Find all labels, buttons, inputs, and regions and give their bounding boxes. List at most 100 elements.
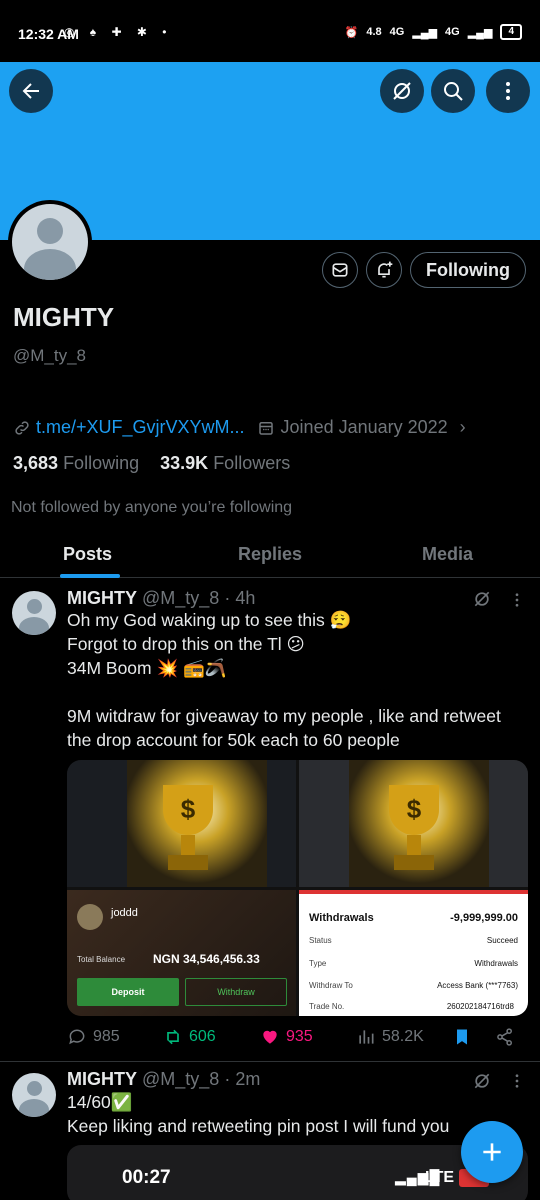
post-header: MIGHTY @M_ty_8 · 2m [67,1069,260,1090]
heart-icon [263,1030,277,1044]
post-time: · 4h [224,588,256,608]
search-button[interactable] [431,69,475,113]
signal-icon-2: ▂▄▆ [467,26,493,39]
media-user: joddd [111,907,138,919]
envelope-icon [332,263,348,277]
post-line: Forgot to drop this on the Tl 😕 [67,634,305,654]
profile-tabs: Posts Replies Media [0,534,540,578]
post-avatar[interactable] [12,1073,56,1117]
row-value: Withdrawals [474,959,518,968]
notification-icons: ◎ ♠ ✚ ✱ • [64,25,173,39]
profile-name: MIGHTY [13,302,115,332]
withdrawals-amount: -9,999,999.00 [450,912,518,924]
retweet-button[interactable]: 606 [163,1027,216,1047]
tab-media[interactable]: Media [422,544,473,565]
post-embed-screenshot[interactable]: 00:27 ▂▄▆█ LTE [67,1145,528,1200]
trophy-icon: $ [163,785,213,870]
reply-count: 985 [93,1028,120,1045]
row-value: Succeed [486,936,518,945]
alarm-icon: ⏰ [344,26,359,39]
chevron-right-icon[interactable]: › [460,417,466,438]
media-withdrawals[interactable]: Withdrawals -9,999,999.00 Status Succeed… [299,890,528,1016]
bookmark-button[interactable] [452,1027,472,1047]
reply-button[interactable]: 985 [67,1027,120,1047]
compose-button[interactable] [461,1121,523,1183]
post-author-name[interactable]: MIGHTY [67,588,137,608]
svg-text:$: $ [407,794,422,824]
post-text: 14/60✅ Keep liking and retweeting pin po… [67,1090,527,1138]
media-balance-label: Total Balance [77,955,126,964]
active-tab-indicator [60,574,120,578]
row-value: 260202184716trd8 [446,1002,514,1011]
post-time: · 2m [224,1069,261,1089]
bell-plus-icon [378,261,393,278]
post-author-handle[interactable]: @M_ty_8 [142,588,219,608]
row-key: Trade No. [309,1002,345,1011]
bookmark-icon [457,1029,467,1045]
more-vertical-icon [506,82,510,100]
post-divider [0,1061,540,1062]
grok-button[interactable] [380,69,424,113]
joined-date: Joined January 2022 [280,417,448,437]
profile-avatar[interactable] [8,200,92,284]
post-author-handle[interactable]: @M_ty_8 [142,1069,219,1089]
post-line [67,680,527,704]
more-vertical-icon[interactable] [508,591,526,609]
calendar-icon [258,421,273,435]
grok-icon[interactable] [472,589,492,609]
status-bar: 12:32 AM ◎ ♠ ✚ ✱ • ⏰ 4.8 4G ▂▄▆ 4G ▂▄▆ 4 [0,0,540,62]
profile-link[interactable]: t.me/+XUF_GvjrVXYwM... [36,417,245,438]
post-text: Oh my God waking up to see this 😮‍💨 Forg… [67,608,527,752]
net-type-2: 4G [445,26,460,38]
embed-net: LTE [425,1169,455,1186]
post-line: 14/60✅ [67,1092,133,1112]
row-value: Access Bank (***7763) [437,981,518,990]
following-button[interactable]: Following [410,252,526,288]
back-button[interactable] [9,69,53,113]
message-button[interactable] [322,252,358,288]
grok-icon[interactable] [472,1071,492,1091]
grok-icon [393,82,411,100]
share-button[interactable] [495,1027,515,1047]
media-withdraw: Withdraw [185,978,287,1006]
followers-stat[interactable]: 33.9K Followers [160,453,290,473]
follow-stats: 3,683 Following 33.9K Followers [13,453,290,474]
post-line: Keep liking and retweeting pin post I wi… [67,1116,450,1136]
following-stat[interactable]: 3,683 Following [13,453,139,473]
row-key: Status [309,936,332,945]
post-line: 34M Boom 💥 📻🪃 [67,658,227,678]
views-button[interactable]: 58.2K [356,1027,424,1047]
media-trophy-1[interactable]: $ [67,760,296,887]
net-speed: 4.8 [366,26,382,38]
post-header: MIGHTY @M_ty_8 · 4h [67,588,255,609]
profile-meta: t.me/+XUF_GvjrVXYwM... Joined January 20… [13,417,466,438]
media-deposit: Deposit [77,978,179,1006]
back-arrow-icon [22,83,39,99]
retweet-count: 606 [189,1028,216,1045]
post-media-grid[interactable]: $ $ joddd Total Balance NGN 34,546,456.3… [67,760,528,1016]
media-trophy-2[interactable]: $ [299,760,528,887]
profile-handle: @M_ty_8 [13,346,87,365]
reply-icon [69,1029,85,1045]
post-actions: 985 606 935 58.2K [67,1027,522,1055]
embed-time: 00:27 [122,1167,171,1188]
more-button[interactable] [486,69,530,113]
tab-replies[interactable]: Replies [238,544,302,565]
media-balance[interactable]: joddd Total Balance NGN 34,546,456.33 De… [67,890,296,1016]
media-balance-value: NGN 34,546,456.33 [153,952,260,966]
share-icon [497,1028,512,1046]
notifications-button[interactable] [366,252,402,288]
link-icon [15,420,29,435]
like-button[interactable]: 935 [260,1027,313,1047]
not-followed-note: Not followed by anyone you’re following [11,499,293,516]
like-count: 935 [286,1028,313,1045]
battery-icon: 4 [500,24,522,40]
tab-posts[interactable]: Posts [63,544,112,565]
more-vertical-icon[interactable] [508,1072,526,1090]
retweet-icon [167,1029,179,1045]
row-key: Withdraw To [309,981,353,990]
views-count: 58.2K [382,1028,424,1045]
post-line: 9M witdraw for giveaway to my people , l… [67,706,501,750]
post-avatar[interactable] [12,591,56,635]
post-author-name[interactable]: MIGHTY [67,1069,137,1089]
